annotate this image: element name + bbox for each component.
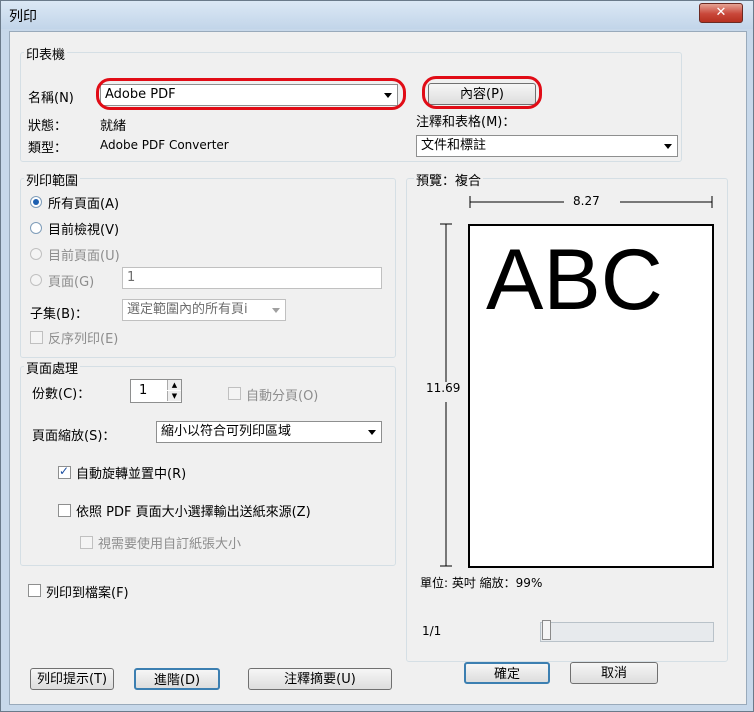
subset-select[interactable]: 選定範圍內的所有頁i	[122, 299, 286, 321]
preview-label: 預覽：複合	[414, 170, 484, 189]
print-to-file-label[interactable]: 列印到檔案(F)	[46, 582, 129, 601]
subset-value: 選定範圍內的所有頁i	[127, 302, 248, 317]
comments-select[interactable]: 文件和標註	[416, 135, 678, 157]
all-pages-label[interactable]: 所有頁面(A)	[48, 193, 119, 212]
printer-name-label: 名稱(N)	[28, 91, 74, 106]
page-handling-label: 頁面處理	[24, 358, 81, 377]
reverse-checkbox[interactable]	[30, 331, 43, 344]
all-pages-radio[interactable]	[30, 196, 42, 208]
current-page-label[interactable]: 目前頁面(U)	[48, 245, 120, 264]
chevron-down-icon	[664, 144, 672, 149]
chevron-down-icon	[368, 430, 376, 435]
spin-down-icon[interactable]: ▼	[167, 391, 181, 401]
height-dimension	[438, 223, 454, 567]
collate-checkbox[interactable]	[228, 387, 241, 400]
auto-rotate-checkbox[interactable]	[58, 464, 71, 479]
status-value: 就緒	[100, 119, 127, 134]
reverse-label[interactable]: 反序列印(E)	[48, 328, 118, 347]
copies-value: 1	[139, 383, 148, 398]
spin-up-icon[interactable]: ▲	[167, 380, 181, 390]
chevron-down-icon	[272, 308, 280, 313]
pages-input[interactable]: 1	[122, 267, 382, 289]
page-slider-thumb[interactable]	[542, 620, 551, 640]
choose-source-label[interactable]: 依照 PDF 頁面大小選擇輸出送紙來源(Z)	[76, 501, 311, 520]
print-tips-button[interactable]: 列印提示(T)	[30, 668, 114, 690]
title-bar: 列印 ✕	[1, 1, 753, 29]
pages-radio[interactable]	[30, 274, 42, 286]
page-slider[interactable]	[540, 622, 714, 642]
collate-label[interactable]: 自動分頁(O)	[246, 385, 318, 404]
preview-page: ABC	[468, 224, 714, 568]
scaling-select[interactable]: 縮小以符合可列印區域	[156, 421, 382, 443]
copies-label: 份數(C)：	[32, 387, 91, 402]
preview-height: 11.69	[426, 381, 461, 395]
ok-button[interactable]: 確定	[464, 662, 550, 684]
summarize-comments-button[interactable]: 注釋摘要(U)	[248, 668, 392, 690]
pages-value: 1	[127, 270, 136, 285]
page-indicator: 1/1	[422, 624, 442, 638]
close-button[interactable]: ✕	[699, 3, 743, 23]
preview-sample-text: ABC	[486, 232, 663, 328]
printer-group-label: 印表機	[24, 44, 68, 63]
preview-width: 8.27	[573, 194, 600, 208]
choose-source-checkbox[interactable]	[58, 504, 71, 517]
type-value: Adobe PDF Converter	[100, 138, 229, 152]
dialog-title: 列印	[9, 9, 37, 25]
properties-highlight	[422, 76, 542, 109]
comments-label: 注釋和表格(M)：	[416, 115, 516, 130]
custom-paper-label[interactable]: 視需要使用自訂紙張大小	[98, 533, 241, 552]
current-page-radio[interactable]	[30, 248, 42, 260]
close-icon[interactable]: ✕	[716, 5, 727, 20]
print-range-label: 列印範圍	[24, 170, 81, 189]
pages-label[interactable]: 頁面(G)	[48, 271, 94, 290]
printer-name-highlight	[96, 78, 406, 110]
dialog-body: 印表機 名稱(N) Adobe PDF 內容(P) 注釋和表格(M)： 文件和標…	[9, 31, 747, 705]
copies-spinner[interactable]: 1 ▲ ▼	[130, 379, 182, 403]
advanced-button[interactable]: 進階(D)	[134, 668, 220, 690]
subset-label: 子集(B)：	[30, 307, 89, 322]
current-view-radio[interactable]	[30, 222, 42, 234]
comments-value: 文件和標註	[421, 138, 487, 153]
scaling-label: 頁面縮放(S)：	[32, 429, 116, 444]
preview-units: 單位: 英吋 縮放：99%	[420, 576, 543, 590]
custom-paper-checkbox[interactable]	[80, 536, 93, 549]
auto-rotate-label[interactable]: 自動旋轉並置中(R)	[76, 463, 186, 482]
print-to-file-checkbox[interactable]	[28, 584, 41, 597]
cancel-button[interactable]: 取消	[570, 662, 658, 684]
status-label: 狀態：	[28, 119, 68, 134]
scaling-value: 縮小以符合可列印區域	[161, 424, 292, 439]
print-dialog: 列印 ✕ 印表機 名稱(N) Adobe PDF 內容(P) 注釋和表格(M)：…	[0, 0, 754, 712]
current-view-label[interactable]: 目前檢視(V)	[48, 219, 119, 238]
type-label: 類型：	[28, 141, 68, 156]
